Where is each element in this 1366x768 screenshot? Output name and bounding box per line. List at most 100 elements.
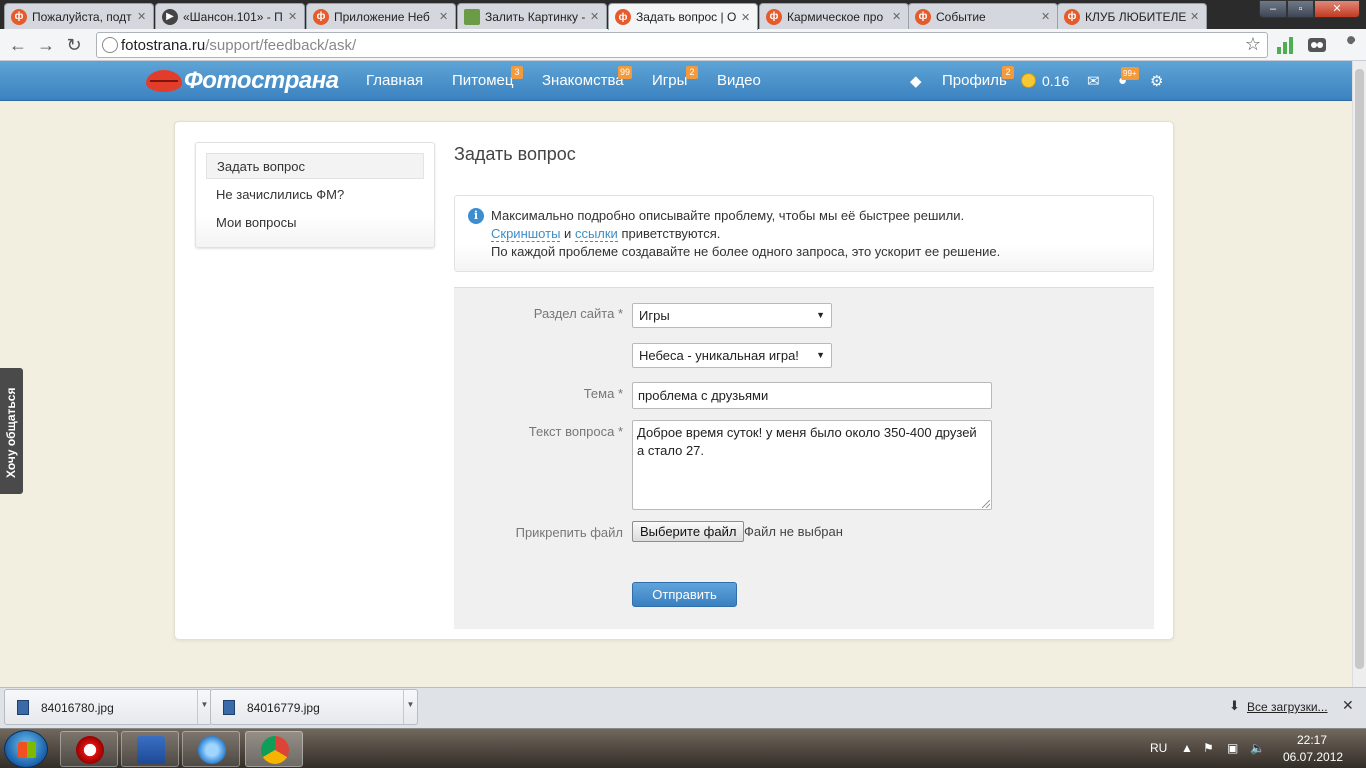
close-icon[interactable]: ✕ bbox=[1041, 10, 1051, 23]
browser-tab[interactable]: Залить Картинку - ✕ bbox=[457, 3, 607, 29]
nav-label: Профиль bbox=[942, 72, 1007, 89]
windows-logo-icon bbox=[18, 742, 36, 758]
back-icon[interactable]: ← bbox=[6, 33, 30, 57]
submit-button[interactable]: Отправить bbox=[632, 582, 737, 607]
balance-value[interactable]: 0.16 bbox=[1042, 73, 1069, 89]
close-icon[interactable]: ✕ bbox=[439, 10, 449, 23]
nav-profile[interactable]: Профиль 2 bbox=[942, 66, 1014, 89]
chevron-down-icon[interactable]: ▼ bbox=[403, 690, 417, 724]
site-logo[interactable]: Фотострана bbox=[146, 65, 339, 97]
address-bar[interactable]: fotostrana.ru/support/feedback/ask/ ☆ bbox=[96, 32, 1268, 58]
page-scrollbar[interactable] bbox=[1352, 61, 1366, 687]
wrench-icon[interactable] bbox=[1340, 35, 1358, 55]
info-line: По каждой проблеме создавайте не более о… bbox=[491, 244, 1001, 259]
info-box: i Максимально подробно описывайте пробле… bbox=[454, 195, 1154, 272]
flag-icon[interactable]: ⚑ bbox=[1203, 741, 1214, 755]
download-arrow-icon: ⬇ bbox=[1229, 698, 1240, 713]
subsection-select[interactable]: Небеса - уникальная игра! ▼ bbox=[632, 343, 832, 368]
topic-input[interactable]: проблема с друзьями bbox=[632, 382, 992, 409]
choose-file-button[interactable]: Выберите файл bbox=[632, 521, 745, 542]
close-icon[interactable]: ✕ bbox=[590, 10, 600, 23]
count-badge: 99+ bbox=[1121, 67, 1139, 80]
sidebar-item-label: Мои вопросы bbox=[216, 215, 297, 230]
start-button[interactable] bbox=[4, 730, 48, 768]
clock-time[interactable]: 22:17 bbox=[1297, 733, 1327, 747]
taskbar-opera[interactable] bbox=[60, 731, 118, 767]
browser-tab-active[interactable]: ф Задать вопрос | О ✕ bbox=[608, 3, 758, 30]
question-textarea[interactable]: Доброе время суток! у меня было около 35… bbox=[632, 420, 992, 510]
download-item[interactable]: 84016779.jpg ▼ bbox=[210, 689, 418, 725]
nav-video[interactable]: Видео bbox=[717, 72, 761, 89]
fotostrana-icon: ф bbox=[1064, 8, 1080, 25]
sidebar-item-my-questions[interactable]: Мои вопросы bbox=[206, 210, 424, 236]
close-icon[interactable]: ✕ bbox=[1190, 10, 1200, 23]
topic-label: Тема * bbox=[583, 386, 623, 401]
sidebar-item-fm[interactable]: Не зачислились ФМ? bbox=[206, 182, 424, 208]
minimize-icon[interactable]: – bbox=[1259, 0, 1287, 18]
taskbar-word[interactable] bbox=[121, 731, 179, 767]
fotostrana-icon: ф bbox=[313, 8, 329, 25]
network-icon[interactable]: ▣ bbox=[1227, 741, 1238, 755]
browser-tab[interactable]: ф Событие ✕ bbox=[908, 3, 1058, 29]
window-controls: – ▫ ✕ bbox=[1259, 0, 1360, 18]
mail-icon[interactable]: ✉ bbox=[1087, 72, 1100, 90]
forward-icon[interactable]: → bbox=[34, 33, 58, 57]
tab-label: Кармическое про bbox=[787, 9, 884, 24]
reload-icon[interactable]: ↻ bbox=[62, 33, 86, 57]
section-select[interactable]: Игры ▼ bbox=[632, 303, 832, 328]
browser-tab[interactable]: ф КЛУБ ЛЮБИТЕЛЕ ✕ bbox=[1057, 3, 1207, 29]
close-icon[interactable]: ✕ bbox=[137, 10, 147, 23]
resize-handle-icon[interactable] bbox=[982, 500, 990, 508]
internet-explorer-icon bbox=[198, 736, 226, 764]
nav-main[interactable]: Главная bbox=[366, 72, 423, 89]
language-indicator[interactable]: RU bbox=[1150, 741, 1167, 755]
links-link[interactable]: ссылки bbox=[574, 226, 618, 242]
tray-expand-icon[interactable]: ▲ bbox=[1181, 741, 1193, 755]
question-text-label: Текст вопроса * bbox=[528, 424, 623, 439]
volume-icon[interactable]: 🔈 bbox=[1250, 741, 1265, 755]
bookmark-star-icon[interactable]: ☆ bbox=[1245, 34, 1261, 55]
notifications-icon[interactable]: ● 99+ bbox=[1118, 67, 1139, 89]
browser-tab[interactable]: ф Кармическое про ✕ bbox=[759, 3, 909, 29]
nav-games[interactable]: Игры 2 bbox=[652, 66, 698, 89]
gear-icon[interactable]: ⚙ bbox=[1150, 72, 1163, 90]
close-icon[interactable]: ✕ bbox=[1342, 697, 1354, 714]
count-badge: 3 bbox=[511, 66, 523, 79]
browser-tab[interactable]: ф Приложение Неб ✕ bbox=[306, 3, 456, 29]
diamond-icon[interactable]: ◆ bbox=[910, 72, 922, 90]
file-status: Файл не выбран bbox=[744, 524, 843, 539]
chrome-icon bbox=[261, 736, 289, 764]
count-badge: 2 bbox=[1002, 66, 1014, 79]
close-icon[interactable]: ✕ bbox=[741, 11, 751, 24]
count-badge: 2 bbox=[686, 66, 698, 79]
browser-tab[interactable]: ф Пожалуйста, подт ✕ bbox=[4, 3, 154, 29]
close-window-icon[interactable]: ✕ bbox=[1314, 0, 1360, 18]
close-icon[interactable]: ✕ bbox=[892, 10, 902, 23]
nav-pet[interactable]: Питомец 3 bbox=[452, 66, 523, 89]
info-line: Максимально подробно описывайте проблему… bbox=[491, 208, 965, 223]
nav-label: Видео bbox=[717, 72, 761, 89]
signal-bars-icon[interactable] bbox=[1276, 35, 1294, 55]
tab-label: Приложение Неб bbox=[334, 9, 430, 24]
chevron-down-icon[interactable]: ▼ bbox=[197, 690, 211, 724]
clock-date[interactable]: 06.07.2012 bbox=[1283, 750, 1343, 764]
nav-label: Питомец bbox=[452, 72, 514, 89]
fotostrana-icon: ф bbox=[915, 8, 931, 25]
all-downloads-link[interactable]: Все загрузки... bbox=[1247, 700, 1328, 714]
download-shelf: 84016780.jpg ▼ 84016779.jpg ▼ ⬇ Все загр… bbox=[0, 687, 1366, 728]
maximize-icon[interactable]: ▫ bbox=[1287, 0, 1314, 18]
scrollbar-thumb[interactable] bbox=[1355, 69, 1364, 669]
select-value: Небеса - уникальная игра! bbox=[639, 348, 799, 363]
sidebar-item-ask[interactable]: Задать вопрос bbox=[206, 153, 424, 179]
taskbar-ie[interactable] bbox=[182, 731, 240, 767]
browser-tab[interactable]: ▶ «Шансон.101» - П ✕ bbox=[155, 3, 305, 29]
download-filename: 84016779.jpg bbox=[247, 701, 320, 715]
screenshots-link[interactable]: Скриншоты bbox=[491, 226, 561, 242]
extension-icon[interactable] bbox=[1306, 35, 1328, 55]
taskbar-chrome[interactable] bbox=[245, 731, 303, 767]
download-item[interactable]: 84016780.jpg ▼ bbox=[4, 689, 212, 725]
info-line: Скриншоты и ссылки приветствуются. bbox=[491, 226, 720, 242]
close-icon[interactable]: ✕ bbox=[288, 10, 298, 23]
nav-dating[interactable]: Знакомства 99 bbox=[542, 66, 633, 89]
want-to-chat-tab[interactable]: Хочу общаться bbox=[0, 368, 23, 494]
